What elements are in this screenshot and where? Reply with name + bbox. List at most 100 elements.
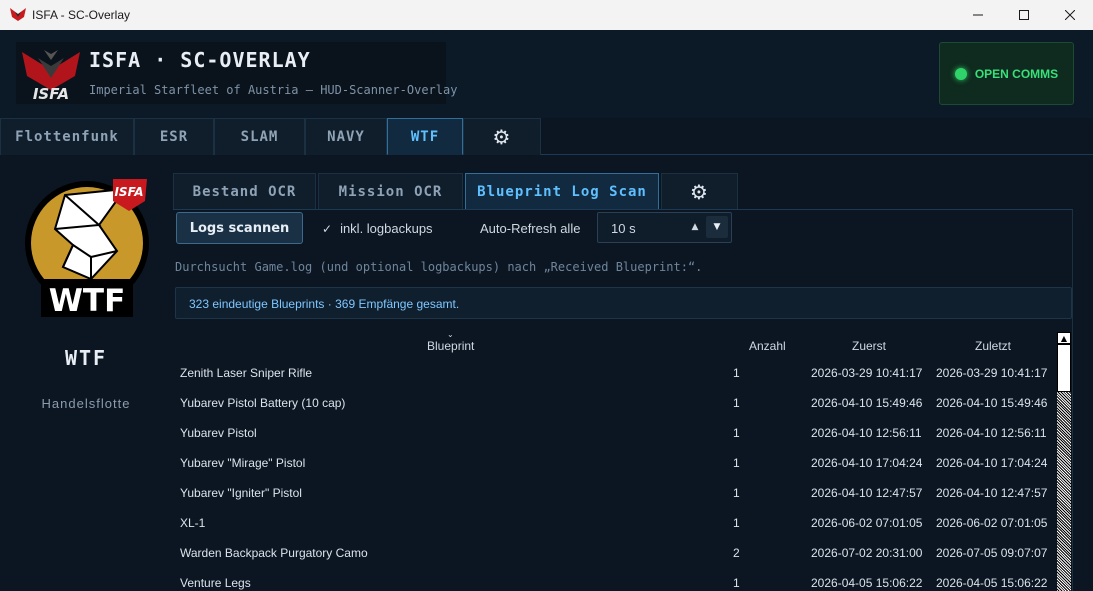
cell-count: 1 [733,366,740,380]
maximize-icon [1019,10,1029,20]
triangle-down-icon: ▼ [713,222,721,232]
cell-blueprint: Zenith Laser Sniper Rifle [180,366,313,380]
close-icon [1065,10,1075,20]
cell-last: 2026-07-05 09:07:07 [936,546,1048,560]
sort-indicator-icon: ⌄ [447,330,454,339]
cell-count: 1 [733,396,740,410]
cell-count: 1 [733,486,740,500]
table-row[interactable]: Warden Backpack Purgatory Camo 2 2026-07… [175,539,1057,569]
auto-refresh-label: Auto-Refresh alle [480,221,581,236]
scan-description: Durchsucht Game.log (und optional logbac… [175,260,703,274]
tab-slam[interactable]: SLAM [214,118,305,155]
app-title: ISFA · SC-OVERLAY [89,48,311,72]
tab-settings[interactable]: ⚙ [463,118,541,155]
include-logbackups-checkbox[interactable]: ✓ inkl. logbackups [322,221,433,236]
cell-blueprint: Yubarev Pistol Battery (10 cap) [180,396,346,410]
minimize-button[interactable] [955,0,1001,30]
cell-last: 2026-03-29 10:41:17 [936,366,1048,380]
tab-bestand-ocr[interactable]: Bestand OCR [173,173,316,210]
cell-first: 2026-04-10 17:04:24 [811,456,923,470]
brand-box: ISFA ISFA · SC-OVERLAY Imperial Starflee… [16,42,457,104]
window-titlebar: ISFA - SC-Overlay [0,0,1093,30]
column-header-anzahl[interactable]: Anzahl [749,339,786,353]
scan-logs-button[interactable]: Logs scannen [176,212,303,244]
cell-first: 2026-07-02 20:31:00 [811,546,923,560]
spin-down-button[interactable]: ▼ [706,216,728,238]
scan-summary: 323 eindeutige Blueprints · 369 Empfänge… [175,287,1072,319]
cell-first: 2026-04-05 15:06:22 [811,576,923,590]
tab-blueprint-log-scan[interactable]: Blueprint Log Scan [465,173,659,210]
table-scrollbar[interactable]: ▲ [1057,332,1071,591]
cell-count: 1 [733,516,740,530]
tab-label: Flottenfunk [15,129,119,145]
cell-first: 2026-03-29 10:41:17 [811,366,923,380]
svg-text:WTF: WTF [49,283,126,317]
cell-last: 2026-04-10 15:49:46 [936,396,1048,410]
maximize-button[interactable] [1001,0,1047,30]
refresh-interval-value: 10 s [611,221,636,236]
svg-text:ISFA: ISFA [114,185,143,199]
svg-text:ISFA: ISFA [33,85,69,102]
tab-esr[interactable]: ESR [134,118,214,155]
cell-blueprint: Venture Legs [180,576,251,590]
isfa-logo: ISFA [22,50,80,102]
open-comms-button[interactable]: OPEN COMMS [939,42,1074,105]
cell-first: 2026-04-10 12:56:11 [811,426,922,440]
tab-label: NAVY [327,129,365,145]
refresh-interval-spinbox[interactable]: 10 s ▲ ▼ [597,212,732,243]
sub-tab-bar: Bestand OCR Mission OCR Blueprint Log Sc… [173,173,740,210]
cell-count: 1 [733,426,740,440]
gear-icon: ⚙ [690,180,709,204]
spin-up-button[interactable]: ▲ [686,219,704,235]
close-button[interactable] [1047,0,1093,30]
table-row[interactable]: Yubarev Pistol 1 2026-04-10 12:56:11 202… [175,419,1057,449]
cell-blueprint: Yubarev Pistol [180,426,257,440]
column-header-zuerst[interactable]: Zuerst [852,339,886,353]
scroll-thumb[interactable] [1057,344,1071,392]
table-row[interactable]: Yubarev "Mirage" Pistol 1 2026-04-10 17:… [175,449,1057,479]
tab-flottenfunk[interactable]: Flottenfunk [0,118,134,155]
tab-mission-ocr[interactable]: Mission OCR [318,173,463,210]
column-header-zuletzt[interactable]: Zuletzt [975,339,1011,353]
cell-count: 1 [733,456,740,470]
cell-first: 2026-06-02 07:01:05 [811,516,923,530]
tab-label: Bestand OCR [192,184,297,200]
include-logbackups-label: inkl. logbackups [340,221,433,236]
cell-blueprint: Yubarev "Igniter" Pistol [180,486,302,500]
tab-label: Blueprint Log Scan [477,184,647,200]
status-dot-icon [954,67,967,80]
tab-label: ESR [159,129,189,145]
app-icon [10,8,26,21]
scroll-up-button[interactable]: ▲ [1057,332,1071,344]
table-row[interactable]: Zenith Laser Sniper Rifle 1 2026-03-29 1… [175,359,1057,389]
cell-blueprint: XL-1 [180,516,206,530]
cell-last: 2026-04-10 17:04:24 [936,456,1048,470]
table-row[interactable]: Yubarev "Igniter" Pistol 1 2026-04-10 12… [175,479,1057,509]
gear-icon: ⚙ [492,125,512,149]
tab-label: SLAM [240,129,279,145]
window-title: ISFA - SC-Overlay [32,8,131,22]
triangle-up-icon: ▲ [691,222,699,232]
tab-wtf[interactable]: WTF [387,118,463,155]
cell-last: 2026-04-10 12:56:11 [936,426,1047,440]
table-row[interactable]: Yubarev Pistol Battery (10 cap) 1 2026-0… [175,389,1057,419]
cell-first: 2026-04-10 15:49:46 [811,396,923,410]
open-comms-label: OPEN COMMS [974,66,1059,81]
fleet-name: WTF [64,346,108,370]
table-row[interactable]: XL-1 1 2026-06-02 07:01:05 2026-06-02 07… [175,509,1057,539]
tab-sub-settings[interactable]: ⚙ [661,173,738,210]
table-row[interactable]: Venture Legs 1 2026-04-05 15:06:22 2026-… [175,569,1057,591]
cell-count: 1 [733,576,740,590]
app-subtitle: Imperial Starfleet of Austria — HUD-Scan… [89,83,458,97]
cell-blueprint: Warden Backpack Purgatory Camo [180,546,368,560]
blueprint-table: ⌄ Blueprint Anzahl Zuerst Zuletzt Zenith… [175,330,1057,591]
tab-label: Mission OCR [338,184,443,200]
tab-label: WTF [410,128,440,145]
column-header-blueprint[interactable]: Blueprint [427,339,474,353]
cell-first: 2026-04-10 12:47:57 [811,486,923,500]
triangle-up-icon: ▲ [1060,333,1068,343]
tab-navy[interactable]: NAVY [305,118,387,155]
cell-count: 2 [733,546,740,560]
cell-last: 2026-04-10 12:47:57 [936,486,1048,500]
fleet-panel: ISFA WTF WTF Handelsflotte [0,156,160,591]
